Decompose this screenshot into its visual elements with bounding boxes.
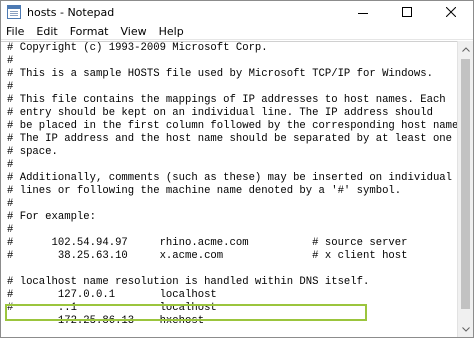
text-line: # Copyright (c) 1993-2009 Microsoft Corp… [7, 42, 268, 54]
menu-edit[interactable]: Edit [30, 23, 63, 40]
hosts-entry-line: 172.25.86.13 hxehost [7, 315, 205, 327]
text-line: # [7, 55, 14, 67]
scroll-up-button[interactable] [458, 41, 474, 57]
text-line: # be placed in the first column followed… [7, 120, 458, 132]
text-line: # [7, 81, 14, 93]
title-bar[interactable]: hosts - Notepad [1, 1, 473, 23]
text-line: # [7, 198, 14, 210]
text-line: # space. [7, 146, 58, 158]
menu-bar: File Edit Format View Help [1, 23, 473, 40]
text-line: # This is a sample HOSTS file used by Mi… [7, 68, 433, 80]
text-line: # ::1 localhost [7, 302, 217, 314]
text-line: # localhost name resolution is handled w… [7, 276, 370, 288]
text-line: # For example: [7, 211, 97, 223]
window-title: hosts - Notepad [27, 5, 115, 19]
menu-view[interactable]: View [115, 23, 153, 40]
maximize-icon [402, 7, 412, 17]
maximize-button[interactable] [385, 1, 429, 23]
chevron-down-icon [462, 326, 470, 332]
menu-file[interactable]: File [1, 23, 30, 40]
scroll-thumb[interactable] [461, 59, 470, 309]
close-icon [446, 7, 456, 17]
chevron-up-icon [462, 46, 470, 52]
text-line [7, 263, 458, 276]
vertical-scrollbar[interactable] [457, 41, 473, 337]
text-line: # 38.25.63.10 x.acme.com # x client host [7, 250, 408, 262]
text-line: # Additionally, comments (such as these)… [7, 172, 453, 184]
menu-help[interactable]: Help [153, 23, 190, 40]
notepad-window: hosts - Notepad File Edit Format View He… [0, 0, 474, 338]
text-line: # lines or following the machine name de… [7, 185, 402, 197]
window-controls [341, 1, 473, 23]
minimize-button[interactable] [341, 1, 385, 23]
close-button[interactable] [429, 1, 473, 23]
notepad-icon[interactable] [7, 5, 21, 19]
text-line: # 102.54.94.97 rhino.acme.com # source s… [7, 237, 408, 249]
text-line: # [7, 159, 14, 171]
scroll-down-button[interactable] [458, 321, 474, 337]
text-line: # This file contains the mappings of IP … [7, 94, 446, 106]
menu-format[interactable]: Format [64, 23, 115, 40]
text-line: # 127.0.0.1 localhost [7, 289, 217, 301]
editor-lines: # Copyright (c) 1993-2009 Microsoft Corp… [1, 42, 458, 328]
text-line: # The IP address and the host name shoul… [7, 133, 453, 145]
text-line: # [7, 224, 14, 236]
minimize-icon [358, 12, 368, 14]
text-editor[interactable]: # Copyright (c) 1993-2009 Microsoft Corp… [1, 41, 458, 337]
text-line: # entry should be kept on an individual … [7, 107, 433, 119]
